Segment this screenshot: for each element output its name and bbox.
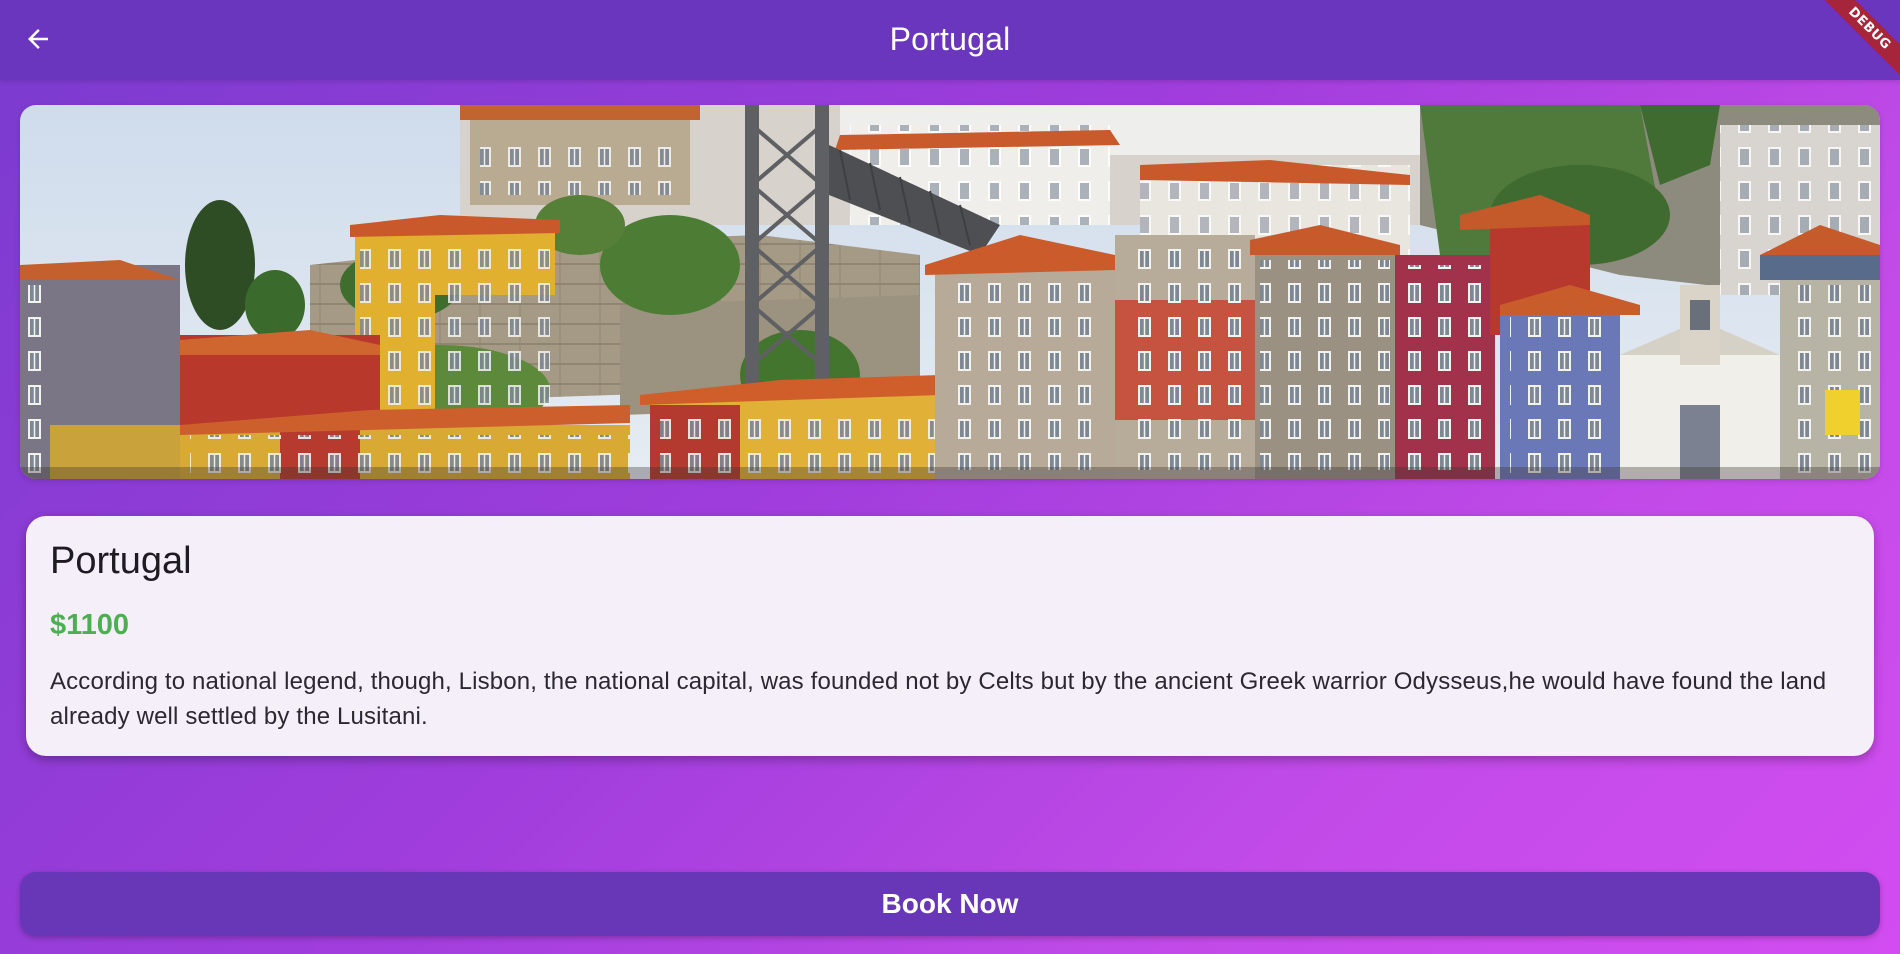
book-now-button[interactable]: Book Now: [20, 872, 1880, 936]
page-title: Portugal: [889, 21, 1011, 57]
porto-houses-illustration: [20, 105, 1880, 479]
app-bar: Portugal: [0, 0, 1900, 80]
destination-title: Portugal: [50, 540, 192, 582]
destination-price: $1100: [50, 609, 130, 641]
destination-card: Portugal $1100 According to national leg…: [26, 516, 1874, 756]
hero-image: [20, 105, 1880, 479]
destination-description: According to national legend, though, Li…: [50, 668, 1827, 730]
